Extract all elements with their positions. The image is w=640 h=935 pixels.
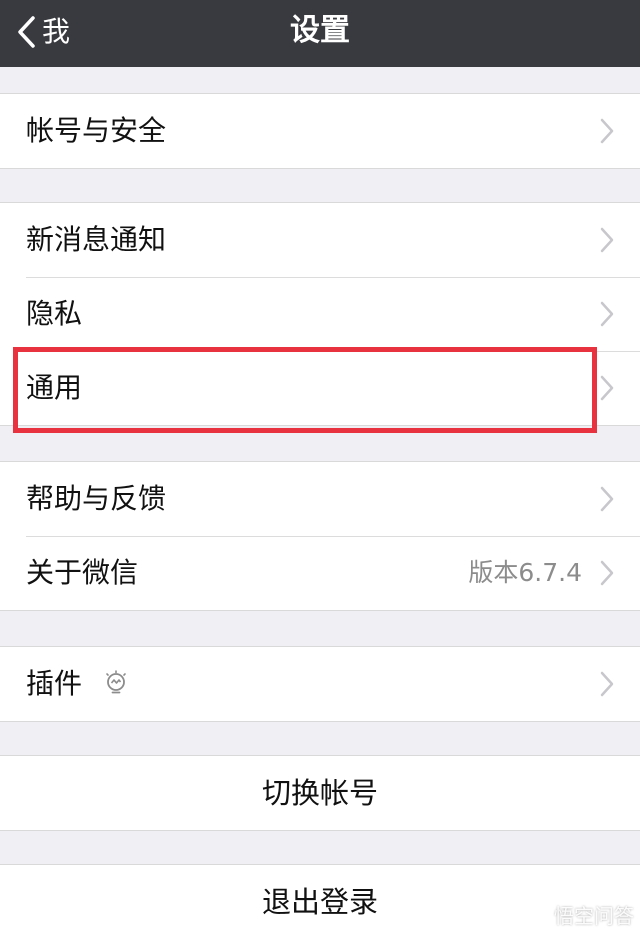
- settings-group-main: 新消息通知 隐私 通用: [0, 202, 640, 426]
- watermark: 悟空问答: [526, 900, 634, 929]
- settings-item-label: 帐号与安全: [26, 114, 167, 147]
- settings-item-plugins[interactable]: 插件: [0, 647, 640, 721]
- page-title: 设置: [290, 13, 350, 48]
- settings-item-help-feedback[interactable]: 帮助与反馈: [0, 462, 640, 536]
- settings-group-help: 帮助与反馈 关于微信 版本6.7.4: [0, 461, 640, 611]
- chevron-right-icon: [600, 486, 614, 512]
- chevron-right-icon: [600, 671, 614, 697]
- switch-account-button[interactable]: 切换帐号: [0, 755, 640, 831]
- settings-group-account: 帐号与安全: [0, 93, 640, 169]
- switch-account-label: 切换帐号: [261, 776, 378, 810]
- settings-item-label: 关于微信: [26, 556, 139, 589]
- settings-item-label: 通用: [26, 371, 83, 404]
- chevron-right-icon: [600, 375, 614, 401]
- settings-item-label: 隐私: [26, 297, 83, 330]
- settings-item-label: 新消息通知: [26, 223, 167, 256]
- settings-item-label: 插件: [26, 667, 83, 700]
- settings-item-general[interactable]: 通用: [0, 351, 640, 425]
- settings-item-about-wechat[interactable]: 关于微信 版本6.7.4: [0, 536, 640, 610]
- chevron-right-icon: [600, 118, 614, 144]
- chevron-right-icon: [600, 227, 614, 253]
- watermark-text: 悟空问答: [554, 904, 634, 928]
- settings-item-notifications[interactable]: 新消息通知: [0, 203, 640, 277]
- chevron-right-icon: [600, 560, 614, 586]
- lightbulb-icon: [106, 670, 126, 694]
- settings-item-privacy[interactable]: 隐私: [0, 277, 640, 351]
- settings-screen: 我 设置 帐号与安全 新消息通知 隐私 通用 帮助与反馈 关于微信 版本6.7.…: [0, 0, 640, 935]
- settings-item-account-security[interactable]: 帐号与安全: [0, 94, 640, 168]
- version-value: 版本6.7.4: [468, 558, 582, 587]
- navigation-bar: 我 设置: [0, 0, 640, 67]
- watermark-logo-icon: [527, 903, 549, 926]
- settings-item-label: 帮助与反馈: [26, 482, 167, 515]
- chevron-right-icon: [600, 301, 614, 327]
- settings-group-plugins: 插件: [0, 646, 640, 722]
